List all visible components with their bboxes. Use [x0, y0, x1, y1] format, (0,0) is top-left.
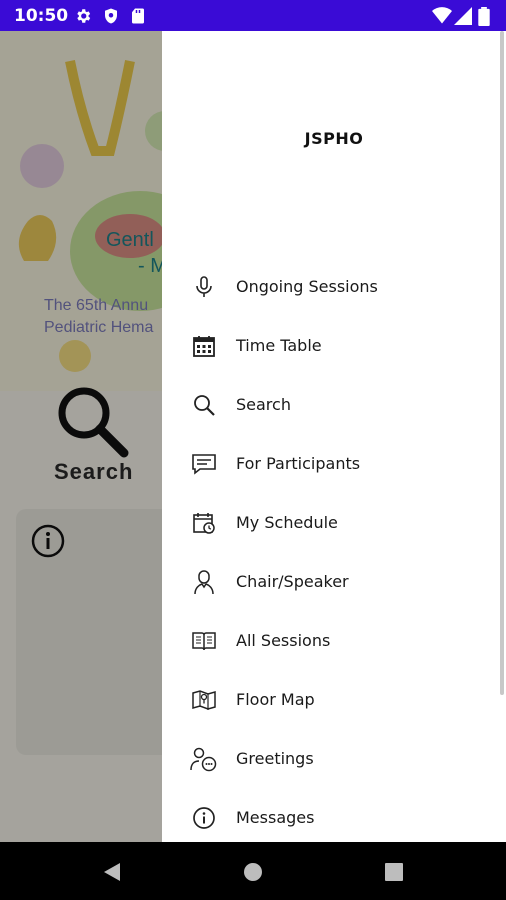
- chat-icon: [190, 450, 218, 478]
- menu-item-chair-speaker[interactable]: Chair/Speaker: [162, 552, 506, 611]
- sdcard-icon: [132, 8, 144, 24]
- menu-item-my-schedule[interactable]: My Schedule: [162, 493, 506, 552]
- microphone-icon: [190, 273, 218, 301]
- menu-item-label: For Participants: [236, 454, 361, 473]
- menu-item-floor-map[interactable]: Floor Map: [162, 670, 506, 729]
- recents-icon[interactable]: [382, 860, 406, 884]
- map-icon: [190, 686, 218, 714]
- wifi-icon: [432, 7, 452, 24]
- signal-icon: [454, 7, 472, 25]
- menu-item-label: Chair/Speaker: [236, 572, 349, 591]
- person-icon: [190, 568, 218, 596]
- home-icon[interactable]: [241, 860, 265, 884]
- menu-item-label: My Schedule: [236, 513, 338, 532]
- book-icon: [190, 627, 218, 655]
- drawer-scrollbar[interactable]: [500, 31, 504, 695]
- menu-item-label: Greetings: [236, 749, 314, 768]
- menu-item-ongoing-sessions[interactable]: Ongoing Sessions: [162, 257, 506, 316]
- menu-item-greetings[interactable]: Greetings: [162, 729, 506, 788]
- system-nav-bar: [0, 842, 506, 900]
- status-time: 10:50: [14, 6, 69, 26]
- menu-item-label: Search: [236, 395, 291, 414]
- menu-item-all-sessions[interactable]: All Sessions: [162, 611, 506, 670]
- menu-item-label: Messages: [236, 808, 315, 827]
- menu-item-label: Ongoing Sessions: [236, 277, 378, 296]
- greeting-icon: [190, 745, 218, 773]
- drawer-title: JSPHO: [304, 129, 364, 148]
- search-icon: [190, 391, 218, 419]
- navigation-drawer: JSPHO Ongoing Sessions Time Table Search…: [162, 31, 506, 842]
- status-bar: 10:50: [0, 0, 506, 31]
- info-icon: [190, 804, 218, 832]
- menu-item-label: Time Table: [236, 336, 322, 355]
- drawer-menu: Ongoing Sessions Time Table Search For P…: [162, 257, 506, 847]
- shield-icon: [105, 8, 117, 24]
- back-icon[interactable]: [100, 860, 124, 884]
- gear-icon: [77, 9, 91, 23]
- calendar-icon: [190, 332, 218, 360]
- menu-item-label: Floor Map: [236, 690, 315, 709]
- schedule-icon: [190, 509, 218, 537]
- menu-item-label: All Sessions: [236, 631, 331, 650]
- menu-item-time-table[interactable]: Time Table: [162, 316, 506, 375]
- menu-item-search[interactable]: Search: [162, 375, 506, 434]
- battery-icon: [478, 7, 490, 26]
- menu-item-for-participants[interactable]: For Participants: [162, 434, 506, 493]
- menu-item-messages[interactable]: Messages: [162, 788, 506, 847]
